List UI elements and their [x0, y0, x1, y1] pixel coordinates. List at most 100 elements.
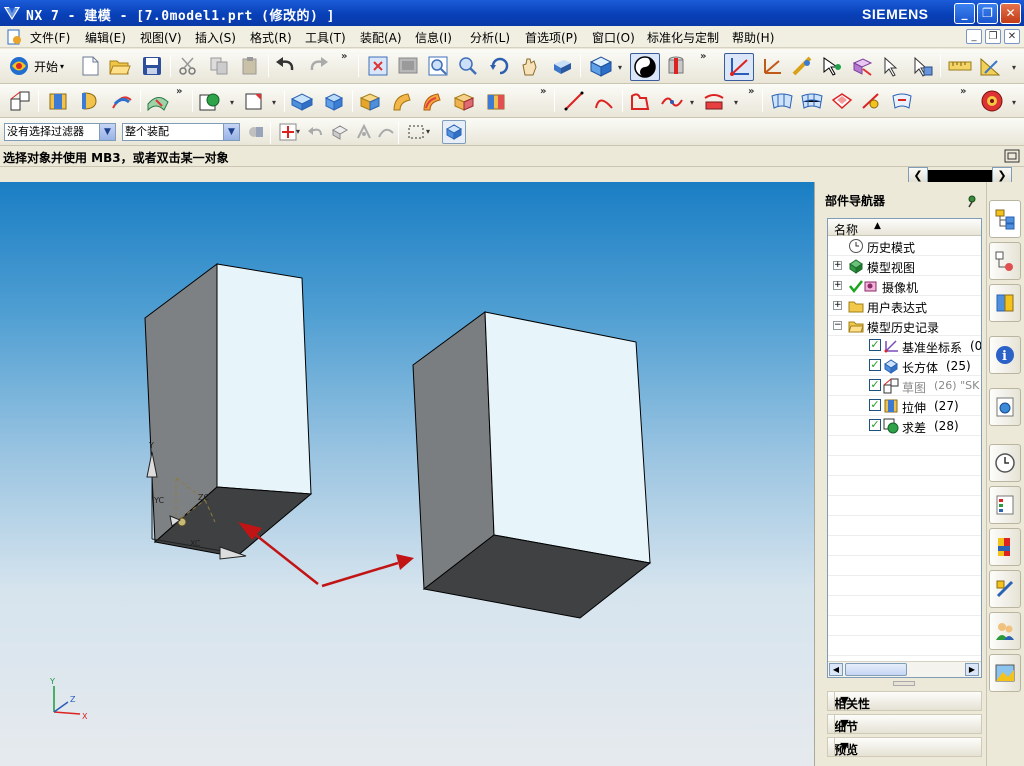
scroll-thumb[interactable]: [845, 663, 907, 676]
shading-button[interactable]: [550, 54, 574, 78]
navigator-tree[interactable]: 名称 ▲ 历史模式 + 模型视图 + 摄像机 + 用户表达式 − 模型历史记录 …: [827, 218, 982, 678]
menu-file[interactable]: 文件(F): [30, 29, 70, 46]
offset-curve-button[interactable]: [702, 89, 726, 113]
through-mesh-button[interactable]: [800, 89, 824, 113]
reuse-library-tab[interactable]: i: [989, 336, 1021, 374]
ruler-button[interactable]: [948, 54, 972, 78]
rotate-button[interactable]: [488, 54, 512, 78]
tree-row-block[interactable]: ✓ 长方体 (25): [828, 356, 981, 376]
select-all-button[interactable]: [442, 120, 466, 144]
tree-row-cameras[interactable]: + 摄像机: [828, 276, 981, 296]
roles-tab[interactable]: [989, 612, 1021, 650]
groove-button[interactable]: [452, 89, 476, 113]
edge-blend-button[interactable]: [198, 89, 222, 113]
visibility-checkbox[interactable]: ✓: [869, 399, 881, 411]
system-materials-tab[interactable]: [989, 486, 1021, 524]
copy-button[interactable]: [207, 54, 231, 78]
pan-button[interactable]: [518, 54, 542, 78]
spline-button[interactable]: [660, 89, 684, 113]
assembly-navigator-tab[interactable]: [989, 200, 1021, 238]
show-hide-button[interactable]: [850, 54, 874, 78]
general-selection-button[interactable]: [244, 120, 268, 144]
chamfer-button[interactable]: [242, 89, 266, 113]
expand-icon[interactable]: +: [833, 261, 842, 270]
expand-icon[interactable]: +: [833, 281, 842, 290]
arc-button[interactable]: [592, 89, 616, 113]
system-scenes-tab[interactable]: [989, 654, 1021, 692]
pin-icon[interactable]: [965, 194, 979, 208]
toolbar-dropdown[interactable]: ▾: [1012, 98, 1016, 107]
menu-information[interactable]: 信息(I): [415, 29, 452, 46]
tree-row-datum-csys[interactable]: ✓ 基准坐标系 (0: [828, 336, 981, 356]
scroll-right-icon[interactable]: ▶: [965, 663, 979, 676]
part-navigator-tab[interactable]: [989, 284, 1021, 322]
menu-help[interactable]: 帮助(H): [732, 29, 774, 46]
left-block[interactable]: [144, 263, 313, 558]
web-browser-tab[interactable]: [989, 388, 1021, 426]
tree-row-extrude[interactable]: ✓ 拉伸 (27): [828, 396, 981, 416]
close-button[interactable]: ✕: [1000, 3, 1021, 24]
orient-view-button[interactable]: [630, 53, 660, 81]
boss-button[interactable]: [322, 89, 346, 113]
menu-edit[interactable]: 编辑(E): [85, 29, 126, 46]
menu-view[interactable]: 视图(V): [140, 29, 182, 46]
sweep-button[interactable]: [110, 89, 134, 113]
tree-row-sketch[interactable]: ✓ 草图 (26) "SK: [828, 376, 981, 396]
right-block[interactable]: [412, 311, 652, 619]
undo-selection-button[interactable]: [304, 120, 328, 144]
undo-button[interactable]: [274, 54, 298, 78]
type-filter-select[interactable]: 没有选择过滤器 ▼: [4, 123, 116, 141]
snap-dropdown[interactable]: ▾: [296, 127, 300, 136]
visual-palette-tab[interactable]: [989, 528, 1021, 566]
history-tab[interactable]: [989, 444, 1021, 482]
sketch-button[interactable]: [8, 89, 32, 113]
visibility-checkbox[interactable]: ✓: [869, 359, 881, 371]
toolbar-dropdown[interactable]: ▾: [1012, 63, 1016, 72]
paste-button[interactable]: [238, 54, 262, 78]
curve-dropdown[interactable]: ▾: [734, 98, 738, 107]
menu-format[interactable]: 格式(R): [250, 29, 292, 46]
rectangle-select-button[interactable]: [404, 120, 428, 144]
restore-button[interactable]: ❐: [977, 3, 998, 24]
fit-button[interactable]: [366, 54, 390, 78]
menu-tools[interactable]: 工具(T): [305, 29, 346, 46]
column-header[interactable]: 名称 ▲: [828, 219, 981, 237]
select-curve-button[interactable]: [374, 120, 398, 144]
panel-dependencies[interactable]: 相关性 ▼: [827, 691, 982, 711]
select-button[interactable]: [880, 54, 904, 78]
render-style-dropdown[interactable]: ▾: [618, 63, 622, 72]
toolbar-overflow-icon[interactable]: »: [748, 86, 754, 97]
toolbar-overflow-icon[interactable]: »: [341, 51, 347, 62]
chamfer-dropdown[interactable]: ▾: [272, 98, 276, 107]
hole-button[interactable]: [290, 89, 314, 113]
snap-point-button[interactable]: [724, 53, 754, 81]
constraint-navigator-tab[interactable]: [989, 242, 1021, 280]
expand-icon[interactable]: +: [833, 301, 842, 310]
panel-preview[interactable]: 预览 ▼: [827, 737, 982, 757]
maximize-graphics-icon[interactable]: [1004, 149, 1020, 163]
tree-row-user-expressions[interactable]: + 用户表达式: [828, 296, 981, 316]
start-button[interactable]: 开始 ▾: [8, 54, 72, 78]
visibility-checkbox[interactable]: ✓: [869, 379, 881, 391]
visibility-checkbox[interactable]: ✓: [869, 419, 881, 431]
doc-minimize-button[interactable]: _: [966, 29, 982, 44]
toolbar-overflow-icon[interactable]: »: [700, 51, 706, 62]
blend-dropdown[interactable]: ▾: [230, 98, 234, 107]
datum-csys-button[interactable]: [760, 54, 784, 78]
menu-assemblies[interactable]: 装配(A): [360, 29, 402, 46]
revolve-button[interactable]: [78, 89, 102, 113]
line-button[interactable]: [562, 89, 586, 113]
gear-button[interactable]: [980, 89, 1004, 113]
scope-select[interactable]: 整个装配 ▼: [122, 123, 240, 141]
open-button[interactable]: [108, 54, 132, 78]
thread-button[interactable]: [484, 89, 508, 113]
select-body-button[interactable]: [328, 120, 352, 144]
pad-button[interactable]: [390, 89, 414, 113]
tree-row-model-views[interactable]: + 模型视图: [828, 256, 981, 276]
extension-button[interactable]: [890, 89, 914, 113]
menu-preferences[interactable]: 首选项(P): [525, 29, 578, 46]
redo-button[interactable]: [306, 54, 330, 78]
menu-standardize-customize[interactable]: 标准化与定制: [647, 29, 719, 46]
zoom-window-button[interactable]: [396, 54, 420, 78]
slot-button[interactable]: [420, 89, 444, 113]
